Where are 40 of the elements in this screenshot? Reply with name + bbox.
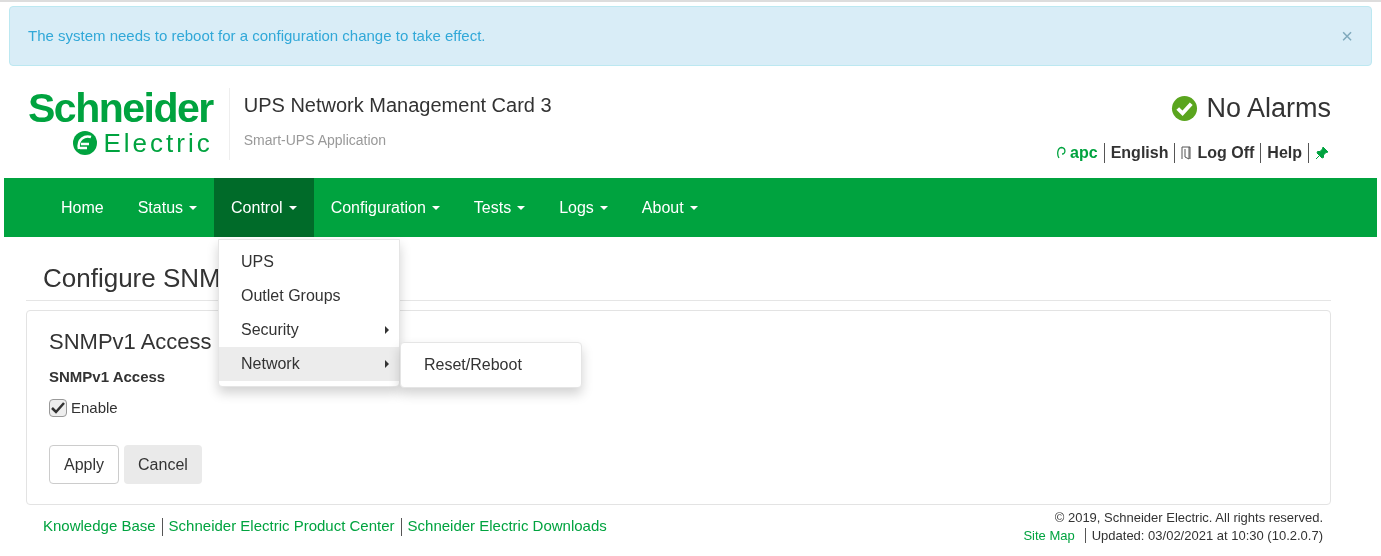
panel-heading: SNMPv1 Access	[49, 328, 212, 356]
door-icon	[1181, 145, 1194, 160]
header-link[interactable]: English	[1104, 140, 1175, 165]
field-label: SNMPv1 Access	[49, 367, 166, 387]
logo-icon	[71, 129, 100, 157]
product-title: UPS Network Management Card 3	[243, 93, 552, 118]
nav-tab[interactable]: Control	[214, 178, 314, 237]
site-map-link[interactable]: Site Map	[1023, 527, 1075, 544]
menu-item[interactable]: UPS	[219, 245, 399, 279]
check-circle-icon	[1171, 94, 1199, 122]
product-subtitle: Smart-UPS Application	[243, 131, 388, 150]
cancel-button[interactable]: Cancel	[124, 445, 202, 484]
logo-wordmark: Schneider	[28, 88, 213, 129]
copyright: © 2019, Schneider Electric. All rights reserved.	[1054, 509, 1323, 526]
pin-icon[interactable]	[1315, 145, 1329, 160]
header-link[interactable]: Help	[1261, 140, 1308, 165]
menu-item[interactable]: Security	[219, 313, 399, 347]
nav-tab[interactable]: Home	[44, 178, 121, 237]
checkbox-label: Enable	[71, 397, 118, 418]
footer-link[interactable]: Schneider Electric Downloads	[407, 515, 607, 538]
menu-item[interactable]: Reset/Reboot	[401, 348, 581, 382]
logo-subword: Electric	[103, 130, 213, 156]
updated-info: Updated: 03/02/2021 at 10:30 (10.2.0.7)	[1091, 527, 1323, 544]
menu-item[interactable]: Outlet Groups	[219, 279, 399, 313]
logoff-link[interactable]: Log Off	[1197, 140, 1255, 165]
nav-tab[interactable]: Tests	[456, 178, 543, 237]
nav-tab[interactable]: Logs	[542, 178, 625, 237]
footer-link[interactable]: Knowledge Base	[43, 515, 156, 538]
page-title: Configure SNM	[43, 263, 221, 293]
nav-tab[interactable]: Status	[120, 178, 215, 237]
apply-button[interactable]: Apply	[49, 445, 120, 484]
alert-message: The system needs to reboot for a configuration change to take effect.	[28, 25, 486, 46]
enable-checkbox[interactable]	[49, 398, 67, 417]
user-link[interactable]: apc	[1070, 140, 1098, 165]
close-button[interactable]: ×	[1341, 21, 1353, 51]
menu-item[interactable]: Network	[219, 347, 399, 381]
nav-tab[interactable]: About	[624, 178, 715, 237]
alarm-status: No Alarms	[1206, 92, 1331, 125]
nav-tab[interactable]: Configuration	[313, 178, 457, 237]
footer-link[interactable]: Schneider Electric Product Center	[168, 515, 395, 538]
